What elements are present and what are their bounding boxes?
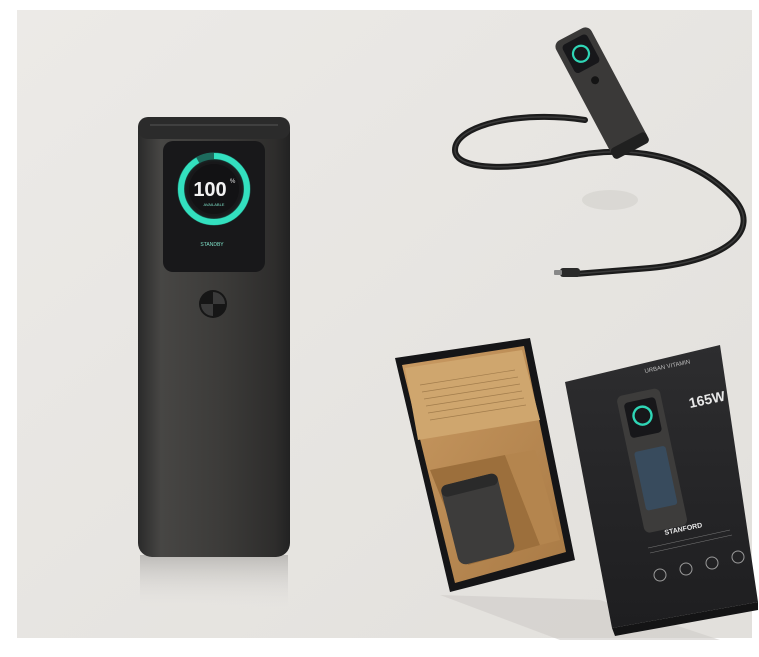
charge-percent: 100: [193, 179, 226, 201]
svg-text:%: %: [230, 179, 236, 185]
product-scene: 100 % AVAILABLE STANDBY URBAN VITAMIN 16…: [0, 0, 759, 657]
usb-c-connector: [560, 268, 580, 277]
product-photo: 100 % AVAILABLE STANDBY URBAN VITAMIN 16…: [0, 0, 759, 657]
power-bank-main: 100 % AVAILABLE STANDBY: [138, 117, 290, 610]
charge-sub-label: AVAILABLE: [204, 202, 225, 207]
status-label: STANDBY: [200, 242, 224, 248]
